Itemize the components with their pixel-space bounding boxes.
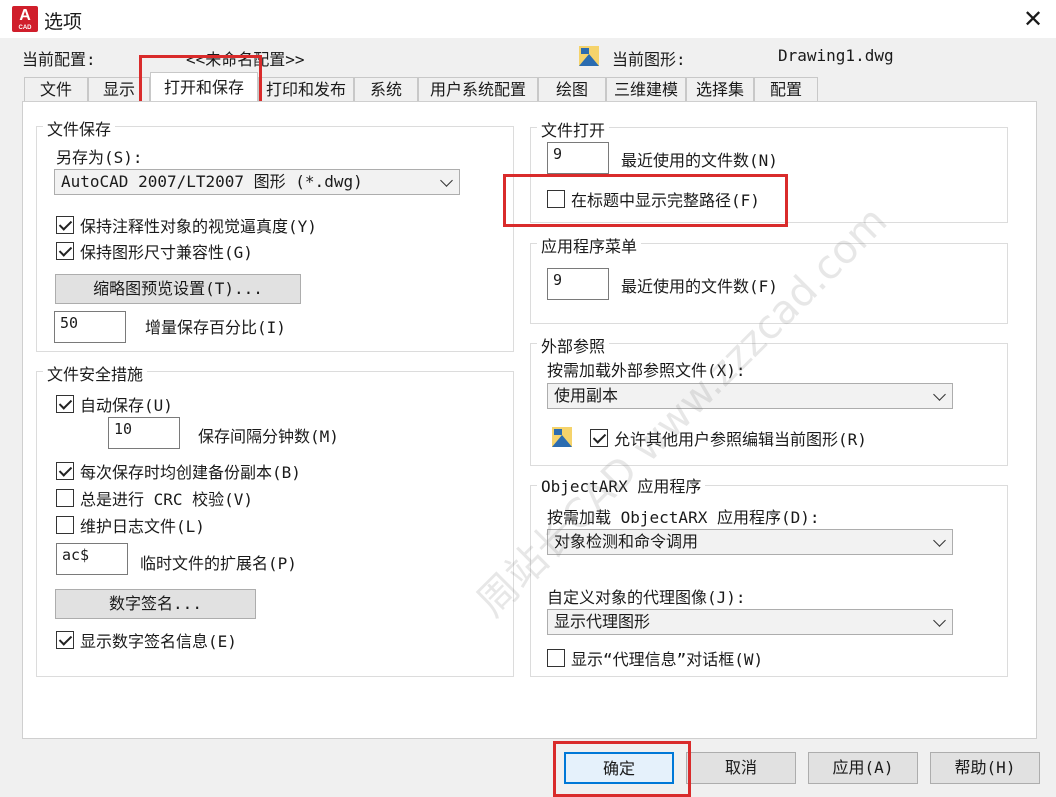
highlight-full-path-box — [503, 174, 788, 227]
objectarx-demand-label: 按需加载 ObjectARX 应用程序(D): — [547, 508, 820, 527]
log-file-label: 维护日志文件(L) — [80, 517, 205, 536]
app-menu-legend: 应用程序菜单 — [537, 233, 642, 257]
current-drawing-value: Drawing1.dwg — [778, 46, 894, 65]
logo-subtext: CAD — [18, 25, 32, 31]
backup-copy-label: 每次保存时均创建备份副本(B) — [80, 463, 301, 482]
log-file-checkbox[interactable] — [56, 516, 74, 534]
cancel-button[interactable]: 取消 — [686, 752, 796, 784]
autosave-checkbox[interactable] — [56, 395, 74, 413]
proxy-dialog-checkbox[interactable] — [547, 649, 565, 667]
chevron-down-icon — [933, 614, 946, 627]
autocad-logo-icon: A CAD — [12, 6, 38, 32]
help-button[interactable]: 帮助(H) — [930, 752, 1040, 784]
allow-xref-edit-label: 允许其他用户参照编辑当前图形(R) — [614, 430, 867, 449]
incremental-save-input[interactable]: 50 — [54, 311, 126, 343]
xref-demand-label: 按需加载外部参照文件(X): — [547, 361, 746, 380]
autosave-minutes-label: 保存间隔分钟数(M) — [198, 427, 339, 446]
current-drawing-label: 当前图形: — [612, 50, 686, 69]
xref-legend: 外部参照 — [537, 333, 610, 357]
chevron-down-icon — [933, 388, 946, 401]
allow-xref-edit-checkbox[interactable] — [590, 429, 608, 447]
proxy-dialog-label: 显示“代理信息”对话框(W) — [571, 650, 764, 669]
maintain-drawing-size-checkbox[interactable] — [56, 242, 74, 260]
tab-files[interactable]: 文件 — [24, 77, 88, 101]
app-recent-files-input[interactable]: 9 — [547, 268, 609, 300]
apply-button[interactable]: 应用(A) — [808, 752, 918, 784]
tab-profiles[interactable]: 配置 — [754, 77, 818, 101]
drawing-file-icon — [578, 45, 600, 67]
temp-extension-label: 临时文件的扩展名(P) — [140, 554, 297, 573]
maintain-visual-fidelity-label: 保持注释性对象的视觉逼真度(Y) — [80, 217, 317, 236]
title-bar — [0, 0, 1056, 38]
chevron-down-icon — [933, 534, 946, 547]
saveas-value: AutoCAD 2007/LT2007 图形 (*.dwg) — [61, 172, 363, 191]
window-title: 选项 — [44, 11, 83, 33]
close-icon[interactable]: ✕ — [1018, 4, 1048, 34]
thumbnail-settings-button[interactable]: 缩略图预览设置(T)... — [55, 274, 301, 304]
autosave-label: 自动保存(U) — [80, 396, 173, 415]
autosave-minutes-input[interactable]: 10 — [108, 417, 180, 449]
tab-selection[interactable]: 选择集 — [686, 77, 754, 101]
show-signature-label: 显示数字签名信息(E) — [80, 632, 237, 651]
file-open-legend: 文件打开 — [537, 117, 610, 141]
backup-copy-checkbox[interactable] — [56, 462, 74, 480]
saveas-label: 另存为(S): — [56, 148, 143, 167]
drawing-file-icon — [551, 426, 573, 448]
current-profile-label: 当前配置: — [22, 50, 96, 69]
file-safety-legend: 文件安全措施 — [43, 361, 148, 385]
recent-files-label: 最近使用的文件数(N) — [621, 151, 778, 170]
file-save-legend: 文件保存 — [43, 116, 116, 140]
incremental-save-label: 增量保存百分比(I) — [145, 318, 286, 337]
maintain-drawing-size-label: 保持图形尺寸兼容性(G) — [80, 243, 253, 262]
objectarx-legend: ObjectARX 应用程序 — [537, 473, 706, 497]
crc-check-label: 总是进行 CRC 校验(V) — [80, 490, 254, 509]
digital-signatures-button[interactable]: 数字签名... — [55, 589, 256, 619]
temp-extension-input[interactable]: ac$ — [56, 543, 128, 575]
crc-check-checkbox[interactable] — [56, 489, 74, 507]
tab-plot-publish[interactable]: 打印和发布 — [258, 77, 354, 101]
xref-demand-select[interactable]: 使用副本 — [547, 383, 953, 409]
show-signature-checkbox[interactable] — [56, 631, 74, 649]
tab-3d-modeling[interactable]: 三维建模 — [606, 77, 686, 101]
tab-system[interactable]: 系统 — [354, 77, 418, 101]
chevron-down-icon — [440, 174, 453, 187]
tab-drafting[interactable]: 绘图 — [538, 77, 606, 101]
objectarx-demand-value: 对象检测和命令调用 — [554, 532, 699, 551]
tab-user-preferences[interactable]: 用户系统配置 — [418, 77, 538, 101]
saveas-select[interactable]: AutoCAD 2007/LT2007 图形 (*.dwg) — [54, 169, 460, 195]
proxy-image-label: 自定义对象的代理图像(J): — [547, 588, 746, 607]
logo-letter: A — [19, 7, 31, 24]
recent-files-input[interactable]: 9 — [547, 142, 609, 174]
objectarx-demand-select[interactable]: 对象检测和命令调用 — [547, 529, 953, 555]
xref-demand-value: 使用副本 — [554, 386, 619, 405]
proxy-image-select[interactable]: 显示代理图形 — [547, 609, 953, 635]
highlight-ok-box — [553, 741, 691, 797]
maintain-visual-fidelity-checkbox[interactable] — [56, 216, 74, 234]
app-recent-files-label: 最近使用的文件数(F) — [621, 277, 778, 296]
proxy-image-value: 显示代理图形 — [554, 612, 651, 631]
